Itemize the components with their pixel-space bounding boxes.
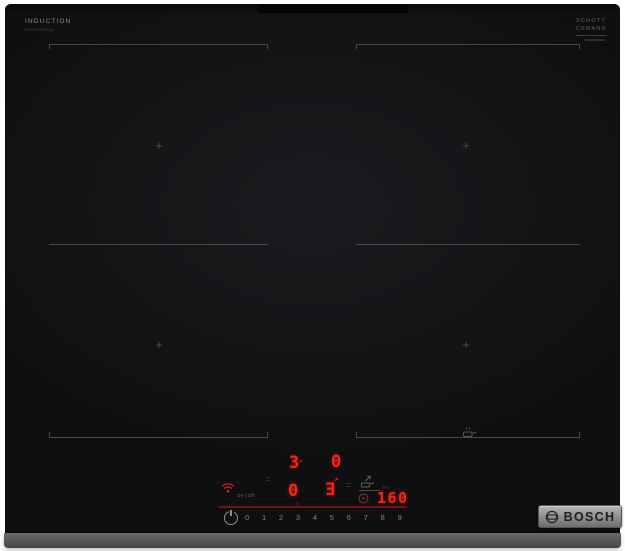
induction-label: INDUCTION <box>25 17 72 25</box>
bosch-logo: BOSCH <box>538 505 622 528</box>
slider-separator: · <box>322 514 325 520</box>
printed-hint-label: On | Off <box>237 493 255 499</box>
slider-number-4[interactable]: 4 <box>313 513 317 522</box>
slider-separator: · <box>271 514 274 520</box>
slider-number-1[interactable]: 1 <box>262 513 266 522</box>
rear-vent <box>258 4 408 13</box>
slider-number-9[interactable]: 9 <box>398 513 402 522</box>
front-trim <box>4 533 621 548</box>
slider-separator: · <box>339 514 342 520</box>
slider-number-3[interactable]: 3 <box>296 513 300 522</box>
glass-brand-line1: SCHOTT <box>576 17 607 24</box>
slider-separator: · <box>373 514 376 520</box>
zone-display-rear-left[interactable]: 3. <box>289 455 304 472</box>
timer-display[interactable]: 160 <box>377 491 409 506</box>
slider-number-2[interactable]: 2 <box>279 513 283 522</box>
zone-display-front-left[interactable]: 0 <box>288 483 298 500</box>
slider-separator: · <box>390 514 393 520</box>
timer-clock-icon[interactable] <box>358 493 369 504</box>
zone-select-marker <box>265 477 270 483</box>
cooktop-glass: INDUCTION PXX675DC1E SCHOTT CERAN® + + +… <box>5 4 622 533</box>
zone-line-mid-left <box>49 244 268 245</box>
zone-center-marker: + <box>155 138 163 153</box>
slider-separator: · <box>254 514 257 520</box>
glass-brand: SCHOTT CERAN® <box>576 18 618 41</box>
model-code: PXX675DC1E <box>25 28 54 32</box>
zone-display-rear-right[interactable]: 0 <box>331 454 341 471</box>
slider-number-5[interactable]: 5 <box>330 513 334 522</box>
slider-number-7[interactable]: 7 <box>364 513 368 522</box>
slider-number-8[interactable]: 8 <box>381 513 385 522</box>
glass-brand-rule <box>576 35 607 36</box>
glass-brand-line2: CERAN® <box>576 25 607 32</box>
move-pan-icon[interactable] <box>360 475 377 488</box>
power-level-slider[interactable]: 0 · 1 · 2 · 3 · 4 · 5 · 6 · 7 · 8 · 9 <box>245 511 402 523</box>
zone-center-marker: + <box>462 138 470 153</box>
slider-accent-line <box>219 506 407 508</box>
slider-separator: · <box>356 514 359 520</box>
bosch-armature-icon <box>545 510 559 524</box>
product-image: INDUCTION PXX675DC1E SCHOTT CERAN® + + +… <box>0 0 625 551</box>
zone-line-top-left <box>49 44 268 49</box>
zone-line-top-right <box>356 44 580 49</box>
bosch-logo-text: BOSCH <box>563 509 616 524</box>
boost-dot: . <box>298 455 304 465</box>
wifi-icon <box>221 482 235 493</box>
slider-number-6[interactable]: 6 <box>347 513 351 522</box>
slider-number-0[interactable]: 0 <box>245 513 249 522</box>
zone-line-mid-right <box>356 244 580 245</box>
glass-brand-smallprint <box>585 39 605 41</box>
zone-select-marker <box>346 483 351 489</box>
pan-icon <box>462 426 478 438</box>
zone-center-marker: + <box>155 337 163 352</box>
zone-display-front-right[interactable]: Ǝ ↗ <box>325 476 338 499</box>
zone-center-marker: + <box>462 337 470 352</box>
slider-separator: · <box>288 514 291 520</box>
power-icon[interactable] <box>224 510 238 525</box>
move-pan-arrow: ↗ <box>334 475 339 483</box>
zone-line-bottom-left <box>49 432 268 438</box>
slider-separator: · <box>305 514 308 520</box>
induction-branding: INDUCTION PXX675DC1E <box>25 17 89 35</box>
